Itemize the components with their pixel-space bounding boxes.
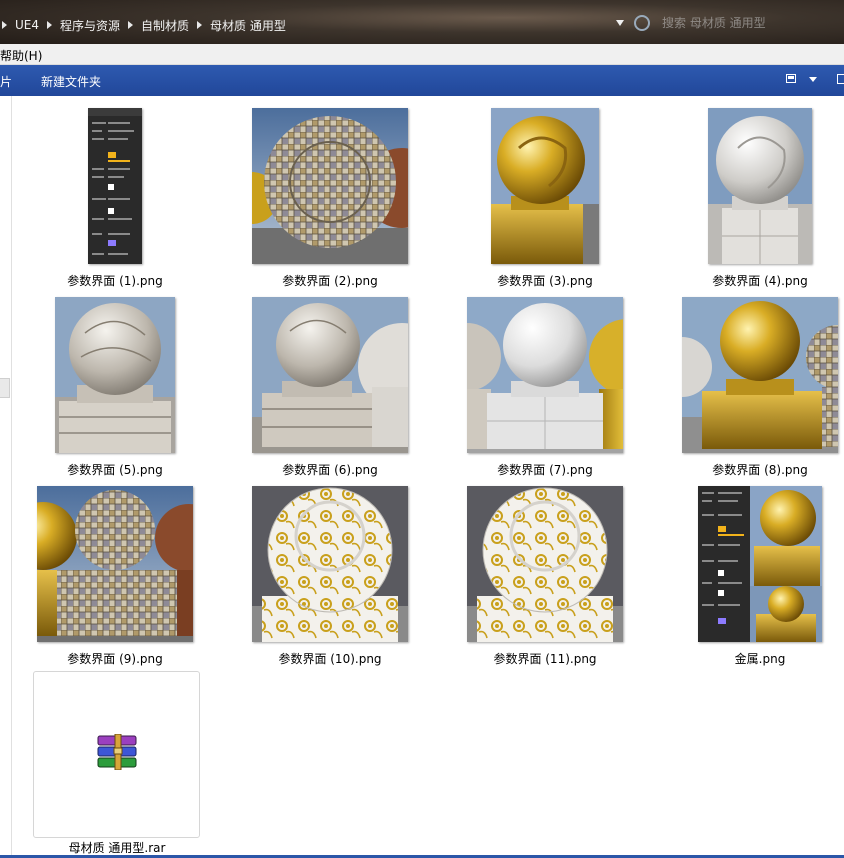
file-thumbnail[interactable] (252, 108, 408, 264)
menu-help[interactable]: 帮助(H) (0, 47, 42, 64)
file-name[interactable]: 参数界面 (7).png (445, 461, 645, 478)
winrar-archive-icon[interactable] (95, 733, 139, 771)
search-input[interactable]: 搜索 母材质 通用型 (662, 14, 766, 31)
refresh-icon[interactable] (634, 14, 650, 31)
command-toolbar (0, 65, 844, 96)
file-thumbnail[interactable] (698, 486, 822, 642)
rose-pattern-sphere-image (252, 486, 408, 642)
ui-panel-gold-image (698, 486, 822, 642)
wood-marble-sphere-image (55, 297, 175, 453)
file-name[interactable]: 参数界面 (4).png (660, 272, 844, 289)
file-name[interactable]: 母材质 通用型.rar (17, 839, 217, 856)
pane-splitter[interactable] (0, 378, 10, 398)
file-thumbnail[interactable] (55, 297, 175, 453)
file-name[interactable]: 参数界面 (10).png (230, 650, 430, 667)
toolbar-share-button[interactable]: 片 (0, 73, 12, 90)
file-thumbnail[interactable] (88, 108, 142, 264)
tile-sphere-image (252, 108, 408, 264)
rose-pattern-sphere-image (467, 486, 623, 642)
navigation-pane (0, 96, 12, 856)
file-name[interactable]: 参数界面 (11).png (445, 650, 645, 667)
file-name[interactable]: 参数界面 (6).png (230, 461, 430, 478)
file-thumbnail[interactable] (708, 108, 812, 264)
file-thumbnail[interactable] (252, 297, 408, 453)
preview-pane-icon[interactable] (837, 74, 844, 84)
view-options-dropdown-icon[interactable] (809, 77, 817, 82)
file-thumbnail[interactable] (467, 297, 623, 453)
gold-sphere-image (682, 297, 838, 453)
file-name[interactable]: 参数界面 (2).png (230, 272, 430, 289)
file-name[interactable]: 参数界面 (3).png (445, 272, 645, 289)
file-thumbnail[interactable] (37, 486, 193, 642)
file-thumbnail[interactable] (491, 108, 599, 264)
file-name[interactable]: 参数界面 (8).png (660, 461, 844, 478)
file-thumbnail[interactable] (467, 486, 623, 642)
tile-sphere-image (37, 486, 193, 642)
breadcrumb-separator-icon[interactable] (197, 21, 203, 29)
file-thumbnail[interactable] (252, 486, 408, 642)
breadcrumb-item-ue4[interactable]: UE4 (15, 18, 39, 32)
menu-bar: 帮助(H) (0, 44, 844, 65)
history-dropdown-icon[interactable] (616, 19, 624, 26)
breadcrumb-item-materials[interactable]: 自制材质 (141, 17, 189, 34)
new-folder-button[interactable]: 新建文件夹 (41, 73, 101, 90)
breadcrumb-item-current[interactable]: 母材质 通用型 (210, 17, 286, 34)
wood-marble-sphere-image (252, 297, 408, 453)
file-name[interactable]: 参数界面 (1).png (15, 272, 215, 289)
breadcrumb-item-resources[interactable]: 程序与资源 (60, 17, 120, 34)
marble-sphere-image (708, 108, 812, 264)
breadcrumb: UE4 程序与资源 自制材质 母材质 通用型 (0, 16, 292, 34)
change-view-icon[interactable] (786, 74, 796, 83)
breadcrumb-separator-icon (2, 21, 7, 29)
file-name[interactable]: 金属.png (660, 650, 844, 667)
address-bar: UE4 程序与资源 自制材质 母材质 通用型 搜索 母材质 通用型 (0, 0, 844, 44)
ui-panel-image (88, 108, 142, 264)
white-marble-sphere-image (467, 297, 623, 453)
gold-sphere-image (491, 108, 599, 264)
file-thumbnail[interactable] (682, 297, 838, 453)
breadcrumb-separator-icon[interactable] (47, 21, 52, 29)
file-name[interactable]: 参数界面 (5).png (15, 461, 215, 478)
file-name[interactable]: 参数界面 (9).png (15, 650, 215, 667)
breadcrumb-separator-icon[interactable] (128, 21, 134, 29)
